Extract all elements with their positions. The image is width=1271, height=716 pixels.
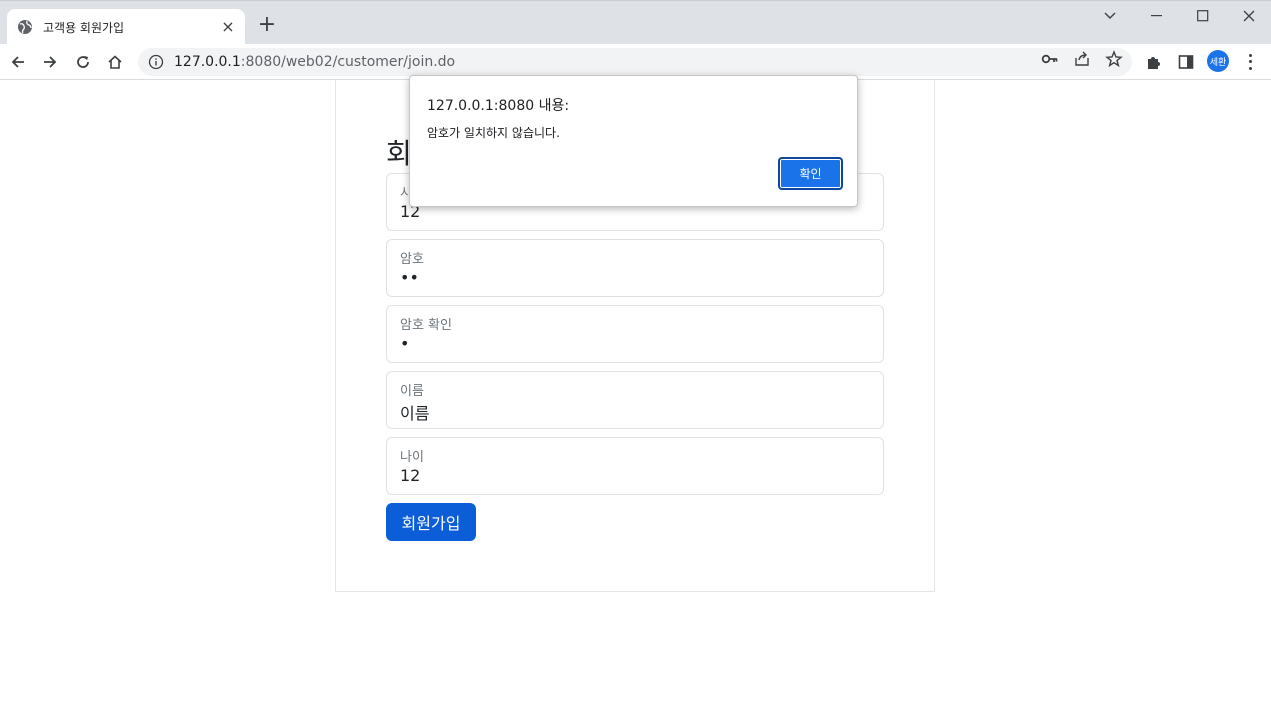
puzzle-icon — [1148, 57, 1160, 69]
close-icon — [1243, 10, 1255, 22]
new-tab-button[interactable]: + — [257, 14, 277, 36]
home-icon — [108, 55, 122, 69]
info-icon[interactable] — [148, 54, 164, 70]
reload-button[interactable] — [71, 50, 95, 74]
password-confirm-field[interactable]: 암호 확인 • — [386, 305, 884, 363]
dialog-message: 암호가 일치하지 않습니다. — [427, 126, 560, 140]
menu-dot — [1248, 60, 1252, 64]
menu-dot — [1248, 53, 1252, 57]
signup-button[interactable]: 회원가입 — [386, 503, 476, 541]
minimize-icon — [1151, 15, 1162, 17]
share-icon[interactable] — [1073, 50, 1091, 68]
menu-dot — [1248, 67, 1252, 71]
browser-tab[interactable]: 고객용 회원가입 × — [7, 9, 245, 45]
ok-button[interactable]: 확인 — [778, 157, 843, 190]
page-title: 회 — [386, 137, 412, 170]
back-button[interactable] — [6, 50, 30, 74]
address-bar[interactable]: 127.0.0.1:8080/web02/customer/join.do — [138, 48, 1132, 76]
side-panel-button[interactable] — [1176, 52, 1196, 72]
password-field-value[interactable]: •• — [400, 268, 419, 287]
key-icon[interactable] — [1041, 50, 1059, 68]
dialog-title: 127.0.0.1:8080 내용: — [427, 98, 570, 114]
side-panel-icon — [1178, 55, 1194, 69]
chevron-down-icon — [1104, 12, 1116, 19]
profile-avatar[interactable]: 세환 — [1207, 50, 1229, 72]
name-field[interactable]: 이름 이름 — [386, 371, 884, 429]
arrow-right-icon — [44, 56, 57, 68]
alert-dialog: 127.0.0.1:8080 내용: 암호가 일치하지 않습니다. 확인 — [409, 75, 858, 207]
tab-title: 고객용 회원가입 — [43, 20, 125, 35]
close-window-button[interactable] — [1226, 1, 1271, 31]
name-field-value[interactable]: 이름 — [400, 400, 429, 424]
tab-search-button[interactable] — [1087, 1, 1133, 31]
age-field-label: 나이 — [400, 450, 424, 465]
password-field-label: 암호 — [400, 252, 424, 267]
more-menu-icon[interactable] — [1243, 52, 1257, 72]
name-field-label: 이름 — [400, 384, 424, 399]
home-button[interactable] — [103, 50, 127, 74]
star-icon[interactable] — [1105, 50, 1123, 68]
maximize-icon — [1197, 10, 1209, 22]
arrow-left-icon — [11, 56, 24, 68]
close-tab-icon[interactable]: × — [221, 19, 235, 35]
password-confirm-field-label: 암호 확인 — [400, 318, 452, 333]
minimize-button[interactable] — [1134, 1, 1180, 31]
globe-icon — [18, 20, 32, 34]
url-text: 127.0.0.1:8080/web02/customer/join.do — [174, 54, 456, 70]
password-confirm-field-value[interactable]: • — [400, 334, 409, 353]
password-field[interactable]: 암호 •• — [386, 239, 884, 297]
age-field-value[interactable]: 12 — [400, 466, 420, 485]
age-field[interactable]: 나이 12 — [386, 437, 884, 495]
maximize-button[interactable] — [1180, 1, 1226, 31]
extensions-button[interactable] — [1144, 52, 1164, 72]
reload-icon — [77, 56, 89, 68]
forward-button[interactable] — [38, 50, 62, 74]
tab-strip: 고객용 회원가입 × + — [0, 0, 1271, 45]
